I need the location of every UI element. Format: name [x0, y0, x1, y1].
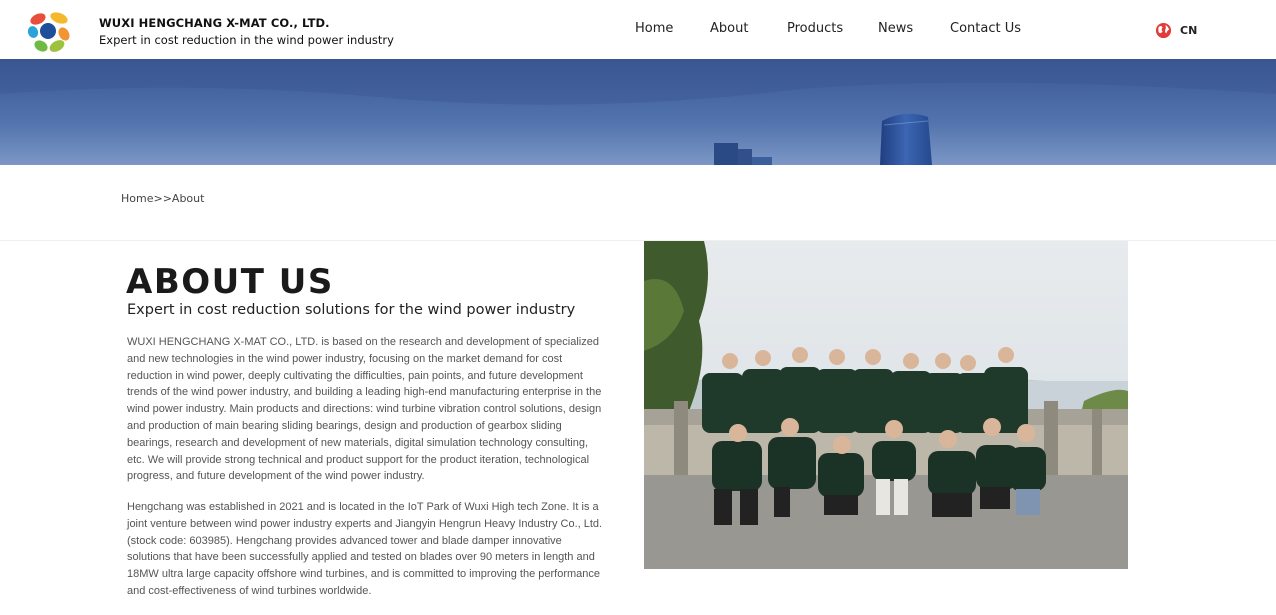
- breadcrumb: Home>>About: [121, 192, 204, 205]
- breadcrumb-separator: >>: [153, 192, 172, 205]
- company-name: WUXI HENGCHANG X-MAT CO., LTD.: [99, 16, 330, 30]
- globe-icon: [1155, 22, 1172, 38]
- team-photo: [644, 241, 1128, 569]
- nav-home[interactable]: Home: [635, 21, 673, 36]
- company-tagline: Expert in cost reduction in the wind pow…: [99, 33, 394, 47]
- language-switch[interactable]: CN: [1155, 21, 1197, 39]
- nav-about[interactable]: About: [710, 21, 748, 36]
- about-paragraph-1: WUXI HENGCHANG X-MAT CO., LTD. is based …: [127, 336, 602, 483]
- language-label: CN: [1180, 23, 1198, 37]
- about-paragraph-2: Hengchang was established in 2021 and is…: [127, 501, 603, 597]
- breadcrumb-home[interactable]: Home: [121, 192, 153, 205]
- company-logo-icon[interactable]: [24, 7, 74, 55]
- nav-contact-us[interactable]: Contact Us: [950, 21, 1021, 36]
- breadcrumb-current[interactable]: About: [172, 192, 205, 205]
- site-header: WUXI HENGCHANG X-MAT CO., LTD. Expert in…: [0, 0, 1276, 59]
- page-title: ABOUT US: [126, 262, 334, 302]
- page-banner: [0, 59, 1276, 165]
- page-subtitle: Expert in cost reduction solutions for t…: [127, 302, 576, 318]
- city-skyline-image: [0, 59, 1276, 165]
- nav-news[interactable]: News: [878, 21, 913, 36]
- nav-products[interactable]: Products: [787, 21, 843, 36]
